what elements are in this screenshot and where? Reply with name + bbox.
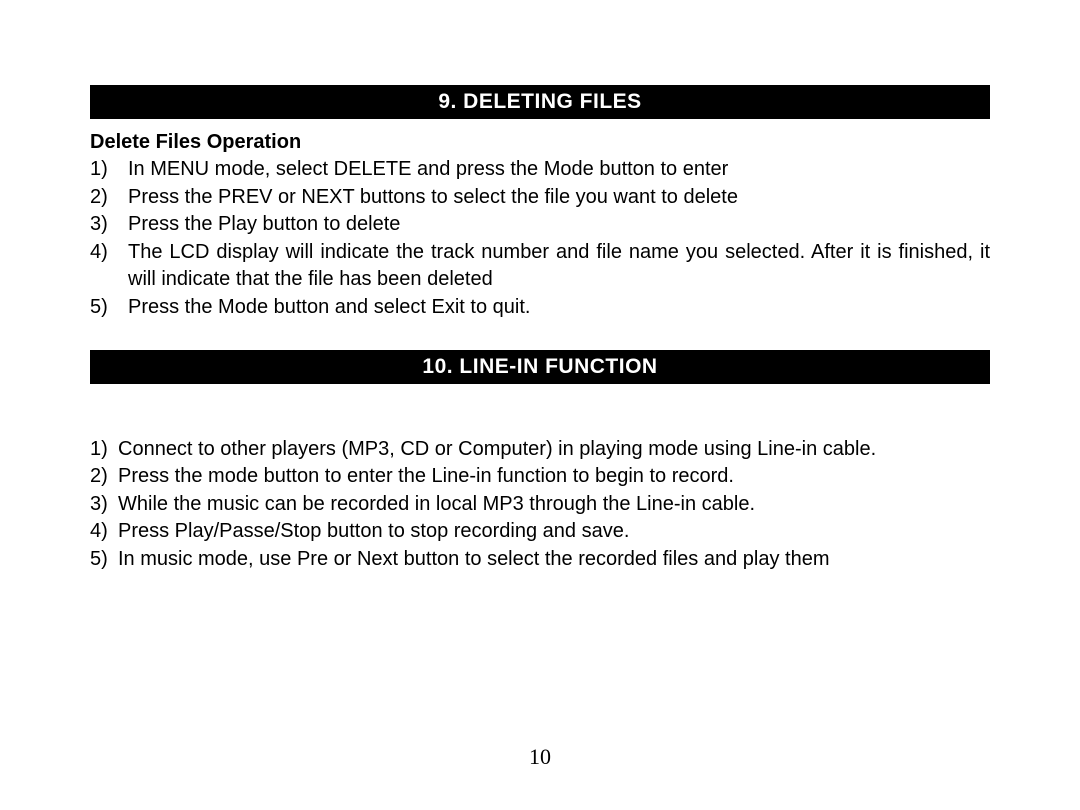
list-item-text: In MENU mode, select DELETE and press th…: [128, 156, 990, 184]
section-deleting-files-list: 1) In MENU mode, select DELETE and press…: [90, 156, 990, 322]
list-item: 1) Connect to other players (MP3, CD or …: [90, 436, 990, 464]
list-item-number: 4): [90, 518, 118, 546]
list-item-number: 1): [90, 156, 128, 184]
page-number: 10: [0, 744, 1080, 770]
list-item-text: Press the Play button to delete: [128, 211, 990, 239]
list-item: 4) The LCD display will indicate the tra…: [90, 239, 990, 294]
list-item: 5) Press the Mode button and select Exit…: [90, 294, 990, 322]
section-line-in-list: 1) Connect to other players (MP3, CD or …: [90, 436, 990, 574]
list-item-number: 2): [90, 184, 128, 212]
list-item-number: 1): [90, 436, 118, 464]
list-item-number: 3): [90, 491, 118, 519]
list-item-number: 5): [90, 294, 128, 322]
list-item-text: Press the Mode button and select Exit to…: [128, 294, 990, 322]
list-item: 3) While the music can be recorded in lo…: [90, 491, 990, 519]
list-item-text: Press the mode button to enter the Line-…: [118, 463, 990, 491]
list-item: 5) In music mode, use Pre or Next button…: [90, 546, 990, 574]
list-item-text: While the music can be recorded in local…: [118, 491, 990, 519]
list-item-number: 2): [90, 463, 118, 491]
list-item: 1) In MENU mode, select DELETE and press…: [90, 156, 990, 184]
list-item-text: Connect to other players (MP3, CD or Com…: [118, 436, 990, 464]
list-item-text: The LCD display will indicate the track …: [128, 239, 990, 294]
list-item-number: 5): [90, 546, 118, 574]
section-header-line-in-function: 10. LINE-IN FUNCTION: [90, 350, 990, 384]
list-item: 2) Press the mode button to enter the Li…: [90, 463, 990, 491]
list-item-text: Press Play/Passe/Stop button to stop rec…: [118, 518, 990, 546]
subheading-delete-files-operation: Delete Files Operation: [90, 131, 990, 154]
list-item: 2) Press the PREV or NEXT buttons to sel…: [90, 184, 990, 212]
section-header-deleting-files: 9. DELETING FILES: [90, 85, 990, 119]
list-item: 4) Press Play/Passe/Stop button to stop …: [90, 518, 990, 546]
list-item: 3) Press the Play button to delete: [90, 211, 990, 239]
list-item-text: In music mode, use Pre or Next button to…: [118, 546, 990, 574]
list-item-number: 4): [90, 239, 128, 294]
list-item-number: 3): [90, 211, 128, 239]
list-item-text: Press the PREV or NEXT buttons to select…: [128, 184, 990, 212]
spacer: [90, 396, 990, 436]
